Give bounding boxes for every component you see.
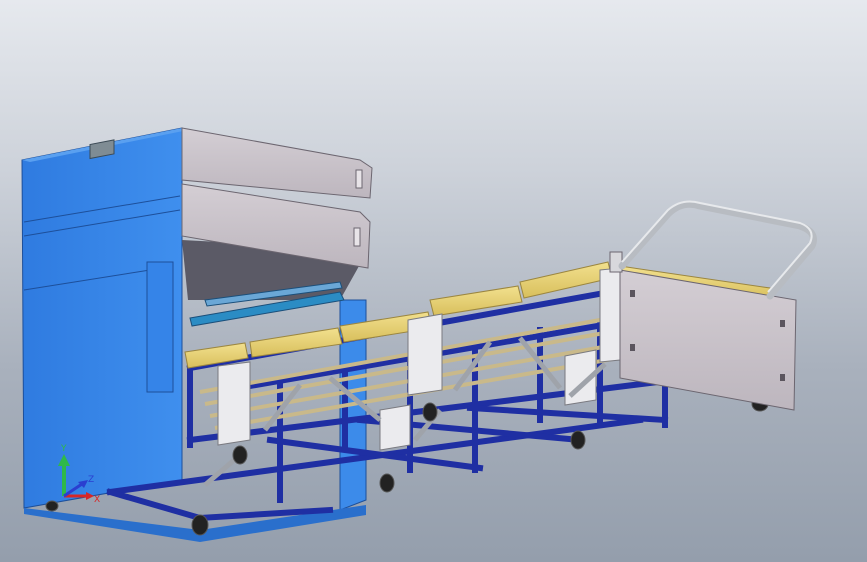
z-axis-arrow (63, 482, 83, 498)
y-axis-arrowhead (58, 454, 70, 466)
model-scene[interactable] (0, 0, 867, 562)
coordinate-triad[interactable]: Y X Z (48, 440, 108, 510)
drawer-handle[interactable] (355, 169, 363, 189)
end-panel-bolt (630, 290, 635, 297)
end-panel-bolt (780, 374, 785, 381)
caster-wheel (422, 402, 438, 422)
cad-viewport[interactable]: Y X Z (0, 0, 867, 562)
caster-wheel (232, 445, 248, 465)
z-axis-label: Z (88, 475, 94, 485)
end-panel-bolt (780, 320, 785, 327)
x-axis-label: X (94, 495, 100, 505)
caster-wheel (191, 514, 209, 536)
caster-wheel (379, 473, 395, 493)
caster-wheel (570, 430, 586, 450)
y-axis-label: Y (60, 444, 67, 454)
cabinet-side-panel (146, 261, 174, 393)
cushion-2[interactable] (249, 327, 343, 358)
drawer-upper[interactable] (181, 127, 373, 199)
drawer-handle[interactable] (353, 227, 361, 247)
x-axis-arrowhead (86, 492, 94, 500)
end-panel-bolt (630, 344, 635, 351)
